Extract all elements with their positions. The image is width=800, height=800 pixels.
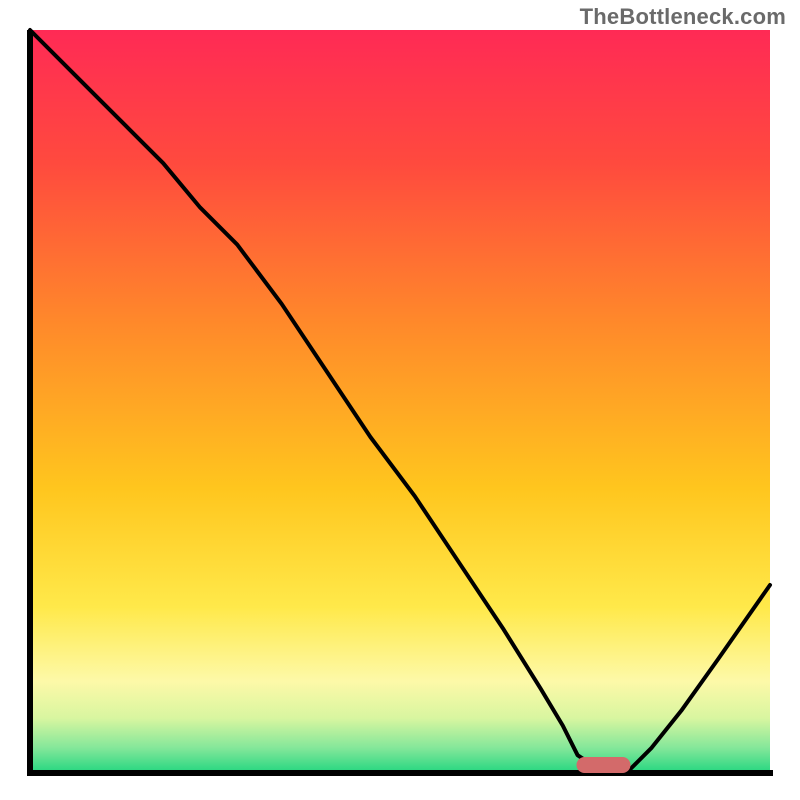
bottleneck-chart <box>0 0 800 800</box>
chart-container: TheBottleneck.com <box>0 0 800 800</box>
optimum-marker <box>577 757 631 773</box>
